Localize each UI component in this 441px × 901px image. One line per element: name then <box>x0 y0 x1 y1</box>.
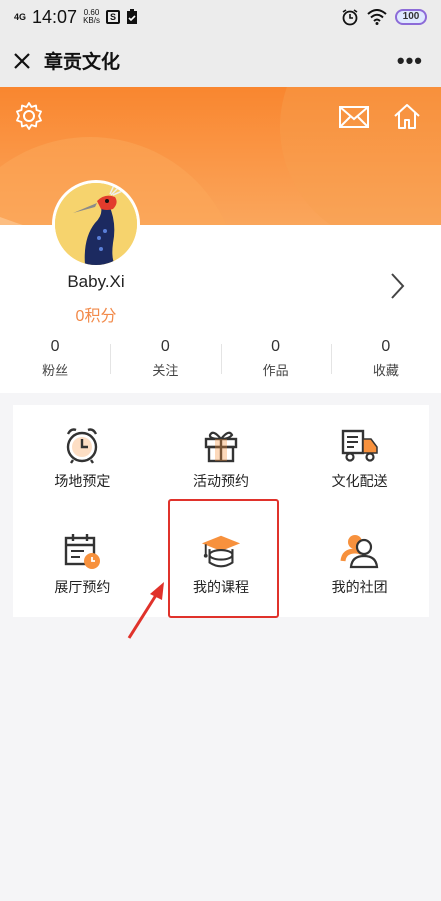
wifi-icon <box>367 9 387 25</box>
annotation-highlight-box <box>168 499 279 618</box>
username: Baby.Xi <box>67 272 125 291</box>
menu-activity-booking[interactable]: 活动预约 <box>152 405 291 511</box>
battery-indicator: 100 <box>395 9 427 25</box>
stat-following[interactable]: 0 关注 <box>110 338 220 384</box>
calendar-clock-icon <box>61 531 103 571</box>
chevron-right-icon[interactable] <box>389 272 405 307</box>
page-title: 章贡文化 <box>44 52 121 73</box>
network-speed: 0.60 KB/s <box>83 8 100 25</box>
points-label[interactable]: 0积分 <box>0 302 192 326</box>
menu-culture-delivery[interactable]: 文化配送 <box>290 405 429 511</box>
gift-icon <box>200 425 242 465</box>
more-menu-button[interactable]: ••• <box>397 48 429 74</box>
close-icon[interactable] <box>12 51 32 71</box>
annotation-arrow <box>127 582 164 639</box>
clipboard-icon <box>126 9 138 25</box>
title-bar: 章贡文化 ••• <box>0 34 441 87</box>
stat-works[interactable]: 0 作品 <box>220 338 331 384</box>
menu-venue-booking[interactable]: 场地预定 <box>13 405 152 511</box>
stat-favorites[interactable]: 0 收藏 <box>330 338 441 384</box>
settings-gear-icon[interactable] <box>14 101 44 131</box>
home-icon[interactable] <box>392 101 422 131</box>
avatar[interactable] <box>52 180 140 268</box>
status-time: 14:07 <box>32 6 78 27</box>
delivery-truck-icon <box>339 425 381 465</box>
network-indicator: 4G <box>14 11 27 22</box>
alarm-icon <box>341 8 359 26</box>
mail-icon[interactable] <box>338 105 370 129</box>
s-app-icon: S <box>105 10 120 24</box>
stat-fans[interactable]: 0 粉丝 <box>0 338 110 384</box>
stats-row: 0 粉丝 0 关注 0 作品 0 收藏 <box>0 338 441 384</box>
status-bar: 4G 14:07 0.60 KB/s S 100 <box>0 0 441 34</box>
people-icon <box>339 531 381 571</box>
alarm-clock-icon <box>61 425 103 465</box>
menu-my-clubs[interactable]: 我的社团 <box>290 511 429 617</box>
